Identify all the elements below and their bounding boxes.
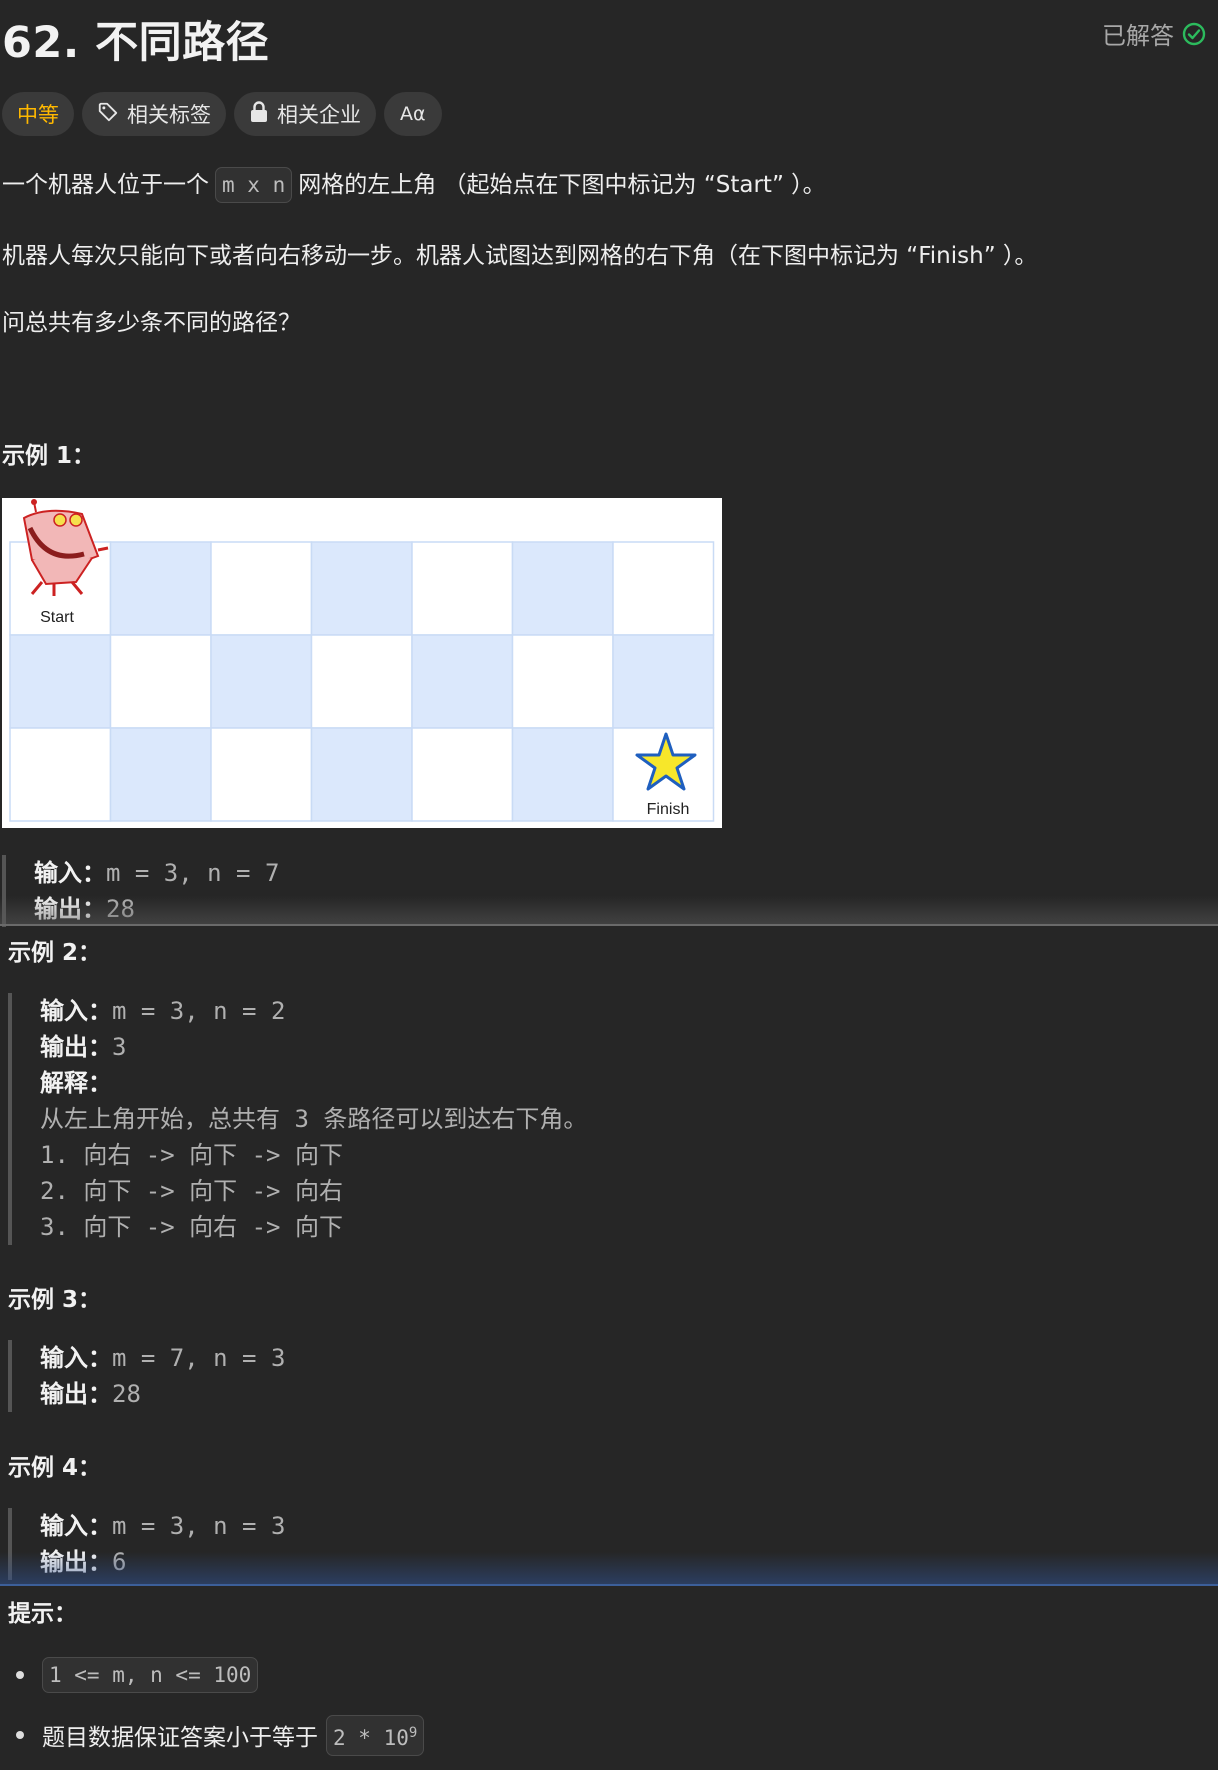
scroll-fade xyxy=(0,1552,1218,1586)
input-label: 输入： xyxy=(40,1513,112,1540)
example-2-explanation-line: 1. 向右 -> 向下 -> 向下 xyxy=(40,1141,343,1169)
bullet-icon xyxy=(16,1731,24,1739)
description-text: 一个机器人位于一个 xyxy=(2,172,209,198)
grid-cell xyxy=(109,634,212,729)
grid-cell xyxy=(310,727,413,822)
example-1-input-line: 输入：m = 3, n = 7 xyxy=(34,855,279,891)
lock-icon xyxy=(249,100,269,128)
example-3-output: 28 xyxy=(112,1380,141,1408)
grid-cell xyxy=(612,541,715,636)
hint-code: 2 * 109 xyxy=(326,1714,425,1756)
grid-cell xyxy=(310,541,413,636)
example-4-input-line: 输入：m = 3, n = 3 xyxy=(40,1508,285,1544)
grid-cell xyxy=(511,541,614,636)
input-label: 输入： xyxy=(40,998,112,1025)
description-paragraph-1: 一个机器人位于一个 m x n 网格的左上角 （起始点在下图中标记为 “Start”… xyxy=(2,165,826,203)
example-2-explanation-line: 2. 向下 -> 向下 -> 向右 xyxy=(40,1177,343,1205)
related-tags-label: 相关标签 xyxy=(127,103,211,127)
solved-label: 已解答 xyxy=(1102,22,1174,50)
description-paragraph-3: 问总共有多少条不同的路径？ xyxy=(2,310,301,336)
check-circle-icon xyxy=(1182,22,1206,46)
grid-cell xyxy=(310,634,413,729)
example-2-explanation-line: 3. 向下 -> 向右 -> 向下 xyxy=(40,1213,343,1241)
example-2-output-line: 输出：3 xyxy=(40,1029,587,1065)
output-label: 输出： xyxy=(40,1034,112,1061)
grid-cell xyxy=(411,634,514,729)
description-text: 网格的左上角 （起始点在下图中标记为 “Start” ）。 xyxy=(298,172,826,198)
example-4-heading: 示例 4： xyxy=(8,1455,102,1481)
hint-code: 1 <= m, n <= 100 xyxy=(42,1657,259,1693)
example-grid-image: Start Finish xyxy=(2,498,722,828)
example-2-heading: 示例 2： xyxy=(8,940,102,966)
hint-text: 题目数据保证答案小于等于 xyxy=(42,1725,318,1751)
hint-code-base: 2 * 10 xyxy=(333,1725,409,1750)
hint-item: 题目数据保证答案小于等于 2 * 109 xyxy=(8,1710,425,1760)
grid-cell xyxy=(612,634,715,729)
example-1-input: m = 3, n = 7 xyxy=(106,859,280,887)
grid-cell xyxy=(411,727,514,822)
difficulty-badge[interactable]: 中等 xyxy=(2,92,74,136)
problem-title: 62. 不同路径 xyxy=(2,18,270,68)
hints-list: 1 <= m, n <= 100 题目数据保证答案小于等于 2 * 109 xyxy=(8,1650,425,1770)
example-4-input: m = 3, n = 3 xyxy=(112,1512,286,1540)
example-3-output-line: 输出：28 xyxy=(40,1376,285,1412)
example-2-input: m = 3, n = 2 xyxy=(112,997,286,1025)
section-divider xyxy=(0,1584,1218,1586)
example-3-input-line: 输入：m = 7, n = 3 xyxy=(40,1340,285,1376)
grid-cell xyxy=(511,727,614,822)
bullet-icon xyxy=(16,1671,24,1679)
example-3-input: m = 7, n = 3 xyxy=(112,1344,286,1372)
example-2-output: 3 xyxy=(112,1033,127,1061)
hint-code-exponent: 9 xyxy=(408,1724,418,1741)
example-2-explanation-line: 从左上角开始，总共有 3 条路径可以到达右下角。 xyxy=(40,1105,588,1133)
example-3-block: 输入：m = 7, n = 3 输出：28 xyxy=(8,1340,285,1412)
grid-cell xyxy=(210,541,313,636)
related-tags-button[interactable]: 相关标签 xyxy=(82,92,226,136)
grid-cell xyxy=(9,634,112,729)
section-divider xyxy=(0,924,1218,926)
output-label: 输出： xyxy=(40,1381,112,1408)
start-label: Start xyxy=(40,609,74,626)
grid-cell xyxy=(109,541,212,636)
finish-label: Finish xyxy=(647,801,690,818)
hint-item: 1 <= m, n <= 100 xyxy=(8,1650,424,1700)
solved-status: 已解答 xyxy=(1102,16,1206,51)
example-3-heading: 示例 3： xyxy=(8,1287,102,1313)
description-paragraph-2: 机器人每次只能向下或者向右移动一步。机器人试图达到网格的右下角（在下图中标记为 … xyxy=(2,243,1038,269)
grid-cell xyxy=(411,541,514,636)
example-2-block: 输入：m = 3, n = 2 输出：3 解释： 从左上角开始，总共有 3 条路… xyxy=(8,993,587,1245)
grid-cell xyxy=(210,727,313,822)
explanation-label: 解释： xyxy=(40,1070,112,1097)
font-size-toggle[interactable]: Aα xyxy=(384,92,442,136)
example-2-input-line: 输入：m = 3, n = 2 xyxy=(40,993,587,1029)
related-companies-button[interactable]: 相关企业 xyxy=(234,92,376,136)
grid-cell xyxy=(210,634,313,729)
hints-heading: 提示： xyxy=(8,1601,77,1627)
tag-icon xyxy=(97,101,119,128)
grid-svg: Start Finish xyxy=(9,499,715,822)
input-label: 输入： xyxy=(34,860,106,887)
grid-cell xyxy=(109,727,212,822)
example-1-heading: 示例 1： xyxy=(2,443,96,469)
example-2-explanation-label: 解释： xyxy=(40,1065,587,1101)
grid-cell xyxy=(9,727,112,822)
inline-code-mxn: m x n xyxy=(215,167,293,203)
related-companies-label: 相关企业 xyxy=(277,103,361,127)
grid-cell xyxy=(511,634,614,729)
tag-bar: 中等 相关标签 相关企业 Aα xyxy=(2,92,442,136)
scroll-fade xyxy=(0,896,1218,926)
input-label: 输入： xyxy=(40,1345,112,1372)
